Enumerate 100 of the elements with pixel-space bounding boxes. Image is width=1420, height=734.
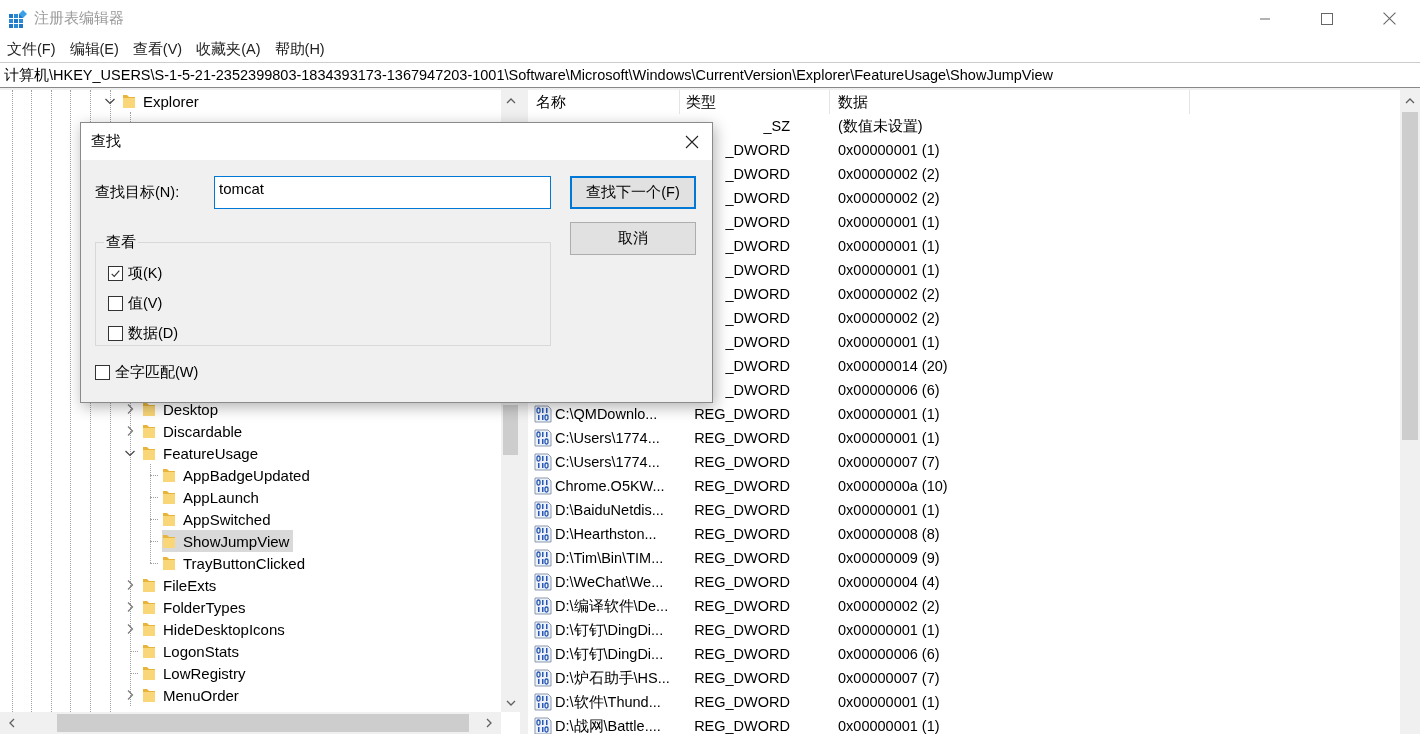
checkbox[interactable] [108,265,123,281]
value-name: C:\Users\1774... [555,431,660,445]
tree-item[interactable]: FolderTypes [142,596,250,618]
value-name: C:\QMDownlo... [555,407,658,421]
tree-item[interactable]: MenuOrder [142,684,243,706]
close-icon [1382,12,1396,25]
scroll-thumb[interactable] [57,714,469,732]
value-type: REG_DWORD [694,550,790,566]
value-data: 0x00000002 (2) [838,598,940,614]
value-data: 0x00000006 (6) [838,382,940,398]
group-title: 查看 [105,233,137,252]
value-name: Chrome.O5KW... [555,479,665,493]
value-type: REG_DWORD [694,694,790,710]
tree-item[interactable]: TrayButtonClicked [162,552,309,574]
tree-item[interactable]: FileExts [142,574,221,596]
value-data: 0x00000014 (20) [838,358,948,374]
menu-item[interactable]: 文件(F) [7,40,56,59]
folder-icon [162,533,176,549]
value-data: 0x00000001 (1) [838,334,940,350]
column-header[interactable]: 数据 [830,90,1190,114]
value-data: 0x00000001 (1) [838,718,940,734]
checkbox[interactable] [108,295,123,311]
value-data: 0x00000001 (1) [838,262,940,278]
checkbox[interactable] [108,325,123,341]
binary-value-icon [534,621,552,639]
menu-item[interactable]: 编辑(E) [69,40,119,59]
value-type: _DWORD [725,358,790,374]
scroll-thumb[interactable] [503,405,518,455]
registry-icon [9,9,27,28]
checkbox[interactable] [95,364,110,380]
menu-item[interactable]: 帮助(H) [274,40,325,59]
column-header[interactable]: 类型 [680,90,830,114]
tree-item[interactable]: Explorer [122,90,203,112]
value-data: 0x00000008 (8) [838,526,940,542]
value-name: D:\BaiduNetdis... [555,503,664,517]
binary-value-icon [534,717,552,734]
value-name: D:\炉石助手\HS... [555,671,670,685]
value-type: REG_DWORD [694,454,790,470]
folder-icon [142,665,156,681]
menu-item[interactable]: 收藏夹(A) [196,40,261,59]
checkmark-icon [110,267,121,279]
value-data: 0x00000007 (7) [838,670,940,686]
value-type: _DWORD [725,262,790,278]
close-icon [685,134,699,149]
tree-item[interactable]: ShowJumpView [162,530,294,552]
folder-icon [142,687,156,703]
field-label: 查找目标(N): [95,183,181,202]
scroll-left-icon[interactable] [9,718,15,728]
value-data: 0x00000001 (1) [838,214,940,230]
value-type: _DWORD [725,310,790,326]
value-name: D:\Tim\Bin\TIM... [555,551,664,565]
tree-item[interactable]: AppLaunch [162,486,263,508]
tree-item[interactable]: HideDesktopIcons [142,618,289,640]
value-type: REG_DWORD [694,622,790,638]
value-data: 0x00000001 (1) [838,502,940,518]
tree-item[interactable]: LogonStats [142,640,243,662]
value-type: _DWORD [725,142,790,158]
scroll-up-icon[interactable] [505,98,516,104]
value-data: 0x0000000a (10) [838,478,948,494]
value-type: REG_DWORD [694,526,790,542]
address-bar[interactable]: 计算机\HKEY_USERS\S-1-5-21-2352399803-1834393173-1367947203-1001\Software\Microsoft\Windows\CurrentVersion\Explorer\FeatureUsage\ShowJumpView [0,62,1420,88]
tree-item[interactable]: Desktop [142,398,223,420]
value-type: _DWORD [725,166,790,182]
cancel-button[interactable]: 取消 [570,222,696,255]
value-data: 0x00000007 (7) [838,454,940,470]
value-type: _DWORD [725,382,790,398]
folder-icon [142,577,156,593]
scroll-thumb[interactable] [1402,112,1418,440]
value-type: _DWORD [725,214,790,230]
scroll-right-icon[interactable] [486,718,492,728]
value-data: 0x00000001 (1) [838,622,940,638]
value-type: _DWORD [725,190,790,206]
value-data: 0x00000006 (6) [838,646,940,662]
menu-item[interactable]: 查看(V) [132,40,183,59]
binary-value-icon [534,573,552,591]
value-name: D:\Hearthston... [555,527,657,541]
tree-item[interactable]: Discardable [142,420,247,442]
folder-icon [142,423,156,439]
tree-item[interactable]: FeatureUsage [142,442,263,464]
value-name: D:\编译软件\De... [555,599,669,613]
value-name: D:\战网\Battle.... [555,719,661,733]
tree-item[interactable]: LowRegistry [142,662,250,684]
value-type: REG_DWORD [694,670,790,686]
scroll-down-icon[interactable] [505,700,516,706]
scroll-up-icon[interactable] [1405,98,1415,104]
find-next-button[interactable]: 查找下一个(F) [570,176,696,209]
value-type: _SZ [763,118,790,134]
tree-item[interactable]: AppBadgeUpdated [162,464,314,486]
scrollbar[interactable] [1400,90,1420,734]
value-data: 0x00000001 (1) [838,430,940,446]
scrollbar[interactable] [0,712,501,734]
checkbox-label: 全字匹配(W) [115,362,199,382]
column-header[interactable]: 名称 [528,90,680,114]
binary-value-icon [534,549,552,567]
value-data: (数值未设置) [838,118,923,134]
value-data: 0x00000001 (1) [838,238,940,254]
binary-value-icon [534,405,552,423]
search-field[interactable]: tomcat [214,176,551,209]
binary-value-icon [534,429,552,447]
tree-item[interactable]: AppSwitched [162,508,275,530]
